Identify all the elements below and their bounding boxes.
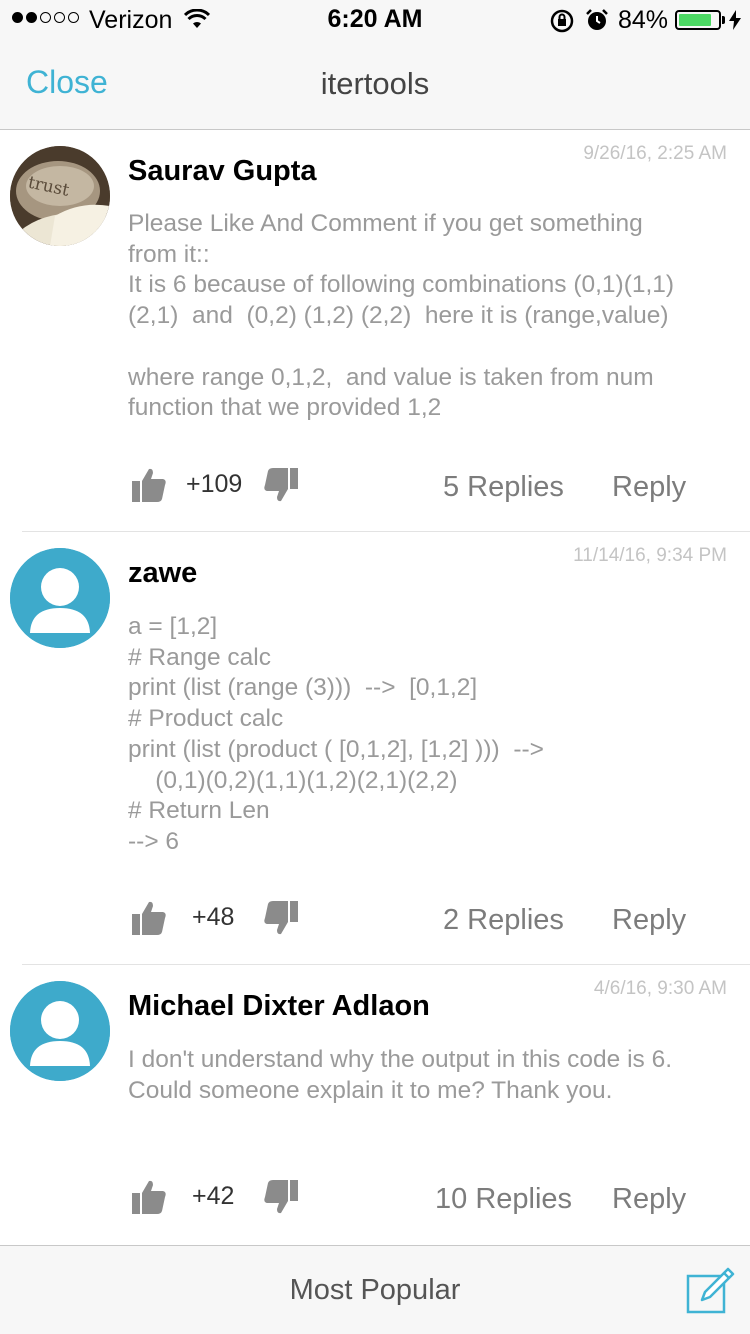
- comment-body: I don't understand why the output in thi…: [128, 1046, 673, 1104]
- rotation-lock-icon: [550, 9, 574, 38]
- comment-timestamp: 9/26/16, 2:25 AM: [583, 143, 727, 164]
- upvote-icon[interactable]: [130, 1178, 168, 1221]
- compose-icon[interactable]: [686, 1266, 736, 1321]
- vote-count: +109: [186, 470, 243, 498]
- comment-item: trust Saurav Gupta 9/26/16, 2:25 AM Plea…: [0, 131, 750, 532]
- upvote-icon[interactable]: [130, 466, 168, 509]
- comment-body: a = [1,2] # Range calc print (list (rang…: [128, 613, 544, 855]
- replies-link[interactable]: 5 Replies: [443, 471, 564, 504]
- battery-icon: [675, 10, 721, 30]
- comment-author[interactable]: Michael Dixter Adlaon: [128, 990, 430, 1023]
- battery-nub: [722, 16, 725, 24]
- comment-actions: +42 10 Replies Reply: [0, 1178, 750, 1228]
- sort-selector[interactable]: Most Popular: [0, 1274, 750, 1307]
- comment-actions: +109 5 Replies Reply: [0, 466, 750, 516]
- comment-item: zawe 11/14/16, 9:34 PM a = [1,2] # Range…: [0, 533, 750, 965]
- comment-timestamp: 11/14/16, 9:34 PM: [573, 545, 727, 566]
- battery-percent: 84%: [618, 6, 669, 34]
- alarm-icon: [585, 8, 609, 37]
- nav-bar: Close itertools: [0, 40, 750, 130]
- comment-author[interactable]: zawe: [128, 557, 197, 590]
- replies-link[interactable]: 2 Replies: [443, 904, 564, 937]
- downvote-icon[interactable]: [262, 1178, 300, 1221]
- avatar: trust: [10, 146, 110, 246]
- page-title: itertools: [320, 66, 430, 101]
- vote-count: +42: [192, 1182, 235, 1210]
- charging-icon: [729, 10, 741, 35]
- comment-timestamp: 4/6/16, 9:30 AM: [593, 978, 727, 999]
- comment-item: Michael Dixter Adlaon 4/6/16, 9:30 AM I …: [0, 966, 750, 1244]
- reply-button[interactable]: Reply: [612, 471, 686, 504]
- downvote-icon[interactable]: [262, 899, 300, 942]
- divider: [22, 531, 750, 532]
- comment-body: Please Like And Comment if you get somet…: [128, 210, 675, 422]
- status-bar: Verizon 6:20 AM 84%: [0, 0, 750, 40]
- upvote-icon[interactable]: [130, 899, 168, 942]
- downvote-icon[interactable]: [262, 466, 300, 509]
- comment-actions: +48 2 Replies Reply: [0, 899, 750, 949]
- avatar: [10, 981, 110, 1081]
- bottom-toolbar: Most Popular: [0, 1245, 750, 1334]
- comment-author[interactable]: Saurav Gupta: [128, 155, 317, 188]
- replies-link[interactable]: 10 Replies: [435, 1183, 572, 1216]
- divider: [22, 964, 750, 965]
- reply-button[interactable]: Reply: [612, 904, 686, 937]
- avatar: [10, 548, 110, 648]
- vote-count: +48: [192, 903, 235, 931]
- reply-button[interactable]: Reply: [612, 1183, 686, 1216]
